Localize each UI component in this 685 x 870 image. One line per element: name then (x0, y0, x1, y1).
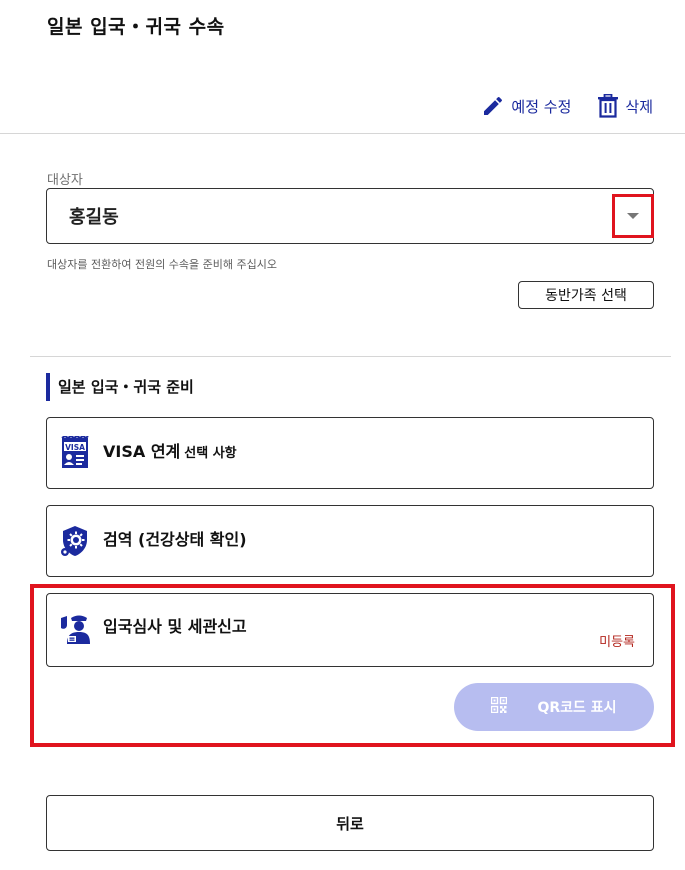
delete-button[interactable]: 삭제 (597, 94, 653, 118)
immigration-card-title: 입국심사 및 세관신고 (103, 617, 247, 636)
pencil-icon (481, 94, 505, 118)
quarantine-card-title: 검역 (건강상태 확인) (103, 530, 247, 549)
dropdown-toggle[interactable] (612, 194, 654, 238)
trash-icon (597, 94, 619, 118)
quarantine-card[interactable]: 검역 (건강상태 확인) (46, 505, 654, 577)
section-divider (30, 356, 671, 357)
svg-text:VISA: VISA (65, 443, 85, 452)
page-title: 일본 입국・귀국 수속 (47, 16, 225, 38)
visa-icon: VISA (59, 434, 91, 470)
select-companion-button[interactable]: 동반가족 선택 (518, 281, 654, 309)
status-badge: 미등록 (599, 635, 635, 650)
target-helper-text: 대상자를 전환하여 전원의 수속을 준비해 주십시오 (47, 258, 278, 271)
target-person-select[interactable]: 홍길동 (46, 188, 654, 244)
edit-schedule-button[interactable]: 예정 수정 (481, 94, 571, 118)
edit-schedule-label: 예정 수정 (511, 97, 572, 116)
visa-link-card[interactable]: VISA VISA 연계 선택 사항 (46, 417, 654, 489)
quarantine-icon (59, 524, 91, 558)
show-qr-code-button[interactable]: QR코드 표시 (454, 683, 654, 731)
qr-code-icon (491, 696, 508, 717)
delete-label: 삭제 (625, 97, 653, 116)
target-person-value: 홍길동 (69, 207, 119, 228)
visa-card-title-wrap: VISA 연계 선택 사항 (103, 438, 237, 462)
immigration-customs-card[interactable]: 입국심사 및 세관신고 미등록 (46, 593, 654, 667)
visa-card-title: VISA 연계 (103, 442, 181, 461)
action-bar: 예정 수정 삭제 (481, 94, 653, 118)
back-button[interactable]: 뒤로 (46, 795, 654, 851)
target-person-label: 대상자 (47, 173, 83, 188)
section-title: 일본 입국・귀국 준비 (46, 373, 194, 401)
customs-officer-icon (59, 612, 91, 646)
visa-card-subtitle: 선택 사항 (184, 446, 237, 461)
header-divider (0, 133, 685, 134)
chevron-down-icon (627, 213, 639, 219)
qr-button-label: QR코드 표시 (537, 700, 617, 716)
